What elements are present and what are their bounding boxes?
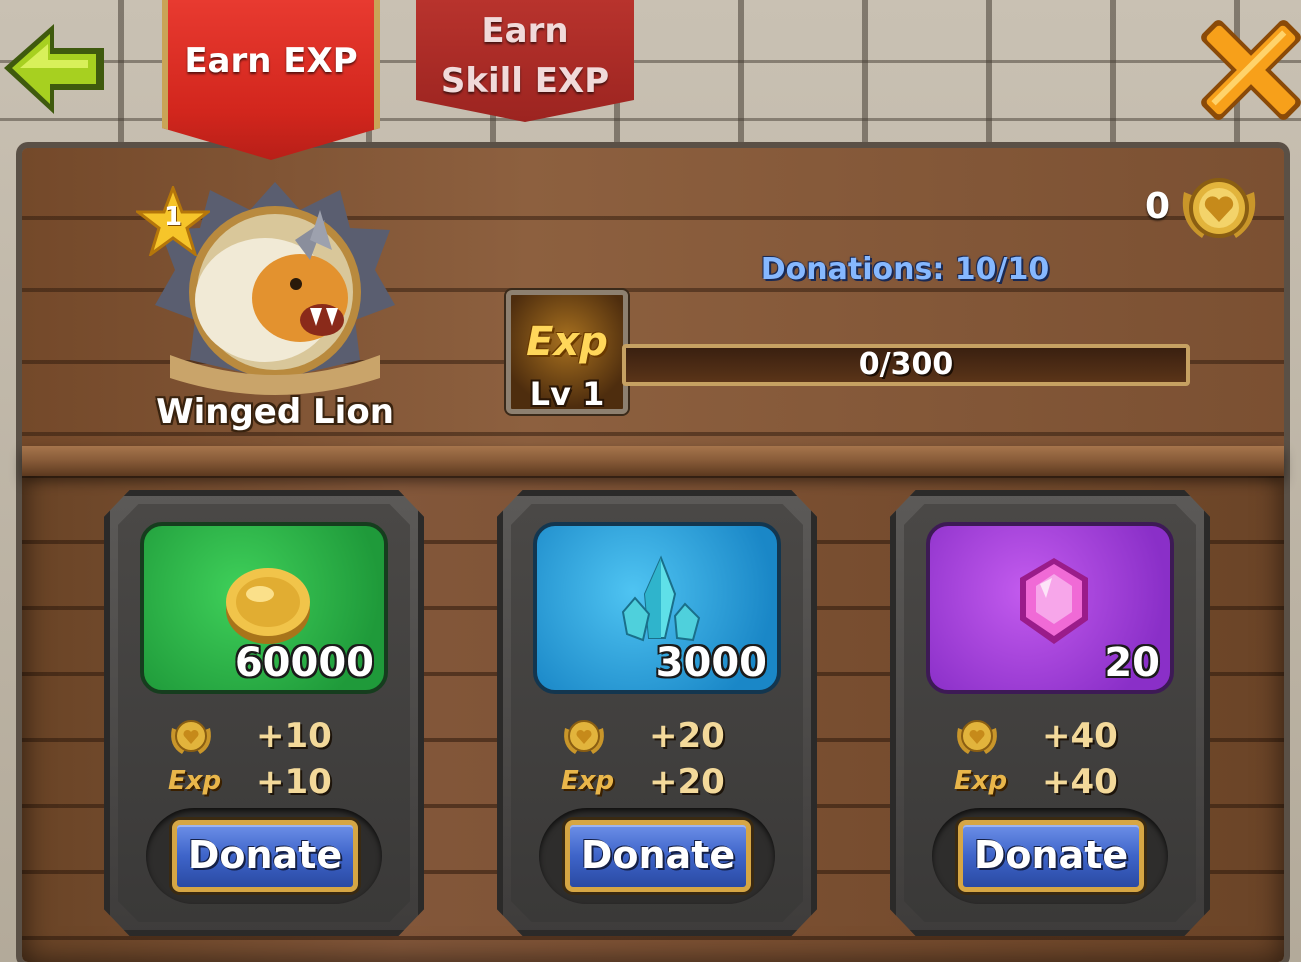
heart-medal-icon bbox=[957, 720, 997, 754]
gem-icon bbox=[1020, 558, 1088, 644]
hero-portrait[interactable]: 1 bbox=[136, 180, 400, 395]
exp-icon: Exp bbox=[526, 319, 608, 365]
donate-gems-button[interactable]: Donate bbox=[958, 820, 1144, 892]
back-button[interactable] bbox=[0, 18, 110, 118]
medal-reward-row: +10 bbox=[168, 716, 368, 756]
donations-counter: Donations: 10/10 bbox=[760, 252, 1050, 287]
gold-coin-icon bbox=[226, 568, 310, 644]
resource-amount: 20 bbox=[1104, 640, 1160, 686]
resource-panel: 20 bbox=[926, 522, 1174, 694]
exp-tag-icon: Exp bbox=[168, 766, 222, 796]
exp-tag-icon: Exp bbox=[561, 766, 615, 796]
resource-panel: 3000 bbox=[533, 522, 781, 694]
resource-amount: 3000 bbox=[655, 640, 767, 686]
back-arrow-icon bbox=[4, 24, 104, 114]
donate-gold-button[interactable]: Donate bbox=[172, 820, 358, 892]
exp-reward-row: Exp +10 bbox=[168, 762, 368, 802]
exp-reward-value: +40 bbox=[1042, 762, 1118, 802]
tab-earn-exp[interactable]: Earn EXP bbox=[162, 0, 380, 160]
medal-reward-value: +40 bbox=[1042, 716, 1118, 756]
heart-medal-icon bbox=[564, 720, 604, 754]
exp-level-box: Exp Lv 1 bbox=[506, 290, 628, 414]
medal-reward-row: +40 bbox=[954, 716, 1154, 756]
hero-name: Winged Lion bbox=[156, 392, 394, 432]
tab-earn-skill-exp[interactable]: Earn Skill EXP bbox=[416, 0, 634, 122]
close-icon bbox=[1201, 20, 1301, 120]
exp-reward-value: +20 bbox=[649, 762, 725, 802]
donation-card-gems: 20 +40 Exp +40 Donate bbox=[890, 490, 1210, 936]
donate-shards-button[interactable]: Donate bbox=[565, 820, 751, 892]
exp-tag-icon: Exp bbox=[954, 766, 1008, 796]
wooden-shelf bbox=[22, 446, 1284, 476]
tab-earn-skill-exp-label: Earn Skill EXP bbox=[440, 11, 610, 101]
resource-amount: 60000 bbox=[234, 640, 374, 686]
heart-medal-icon bbox=[1178, 172, 1260, 246]
medal-reward-value: +20 bbox=[649, 716, 725, 756]
exp-level: Lv 1 bbox=[529, 375, 605, 413]
medal-reward-value: +10 bbox=[256, 716, 332, 756]
close-button[interactable] bbox=[1196, 12, 1301, 127]
exp-reward-row: Exp +40 bbox=[954, 762, 1154, 802]
hero-star-count: 1 bbox=[163, 202, 183, 232]
exp-progress-bar: 0/300 bbox=[622, 344, 1190, 386]
crystal-shard-icon bbox=[621, 555, 701, 642]
donation-card-gold: 60000 +10 Exp +10 Donate bbox=[104, 490, 424, 936]
donation-card-shards: 3000 +20 Exp +20 Donate bbox=[497, 490, 817, 936]
medal-reward-row: +20 bbox=[561, 716, 761, 756]
exp-reward-value: +10 bbox=[256, 762, 332, 802]
tab-earn-exp-label: Earn EXP bbox=[184, 41, 358, 81]
heart-medal-icon bbox=[171, 720, 211, 754]
medal-count: 0 bbox=[1144, 186, 1170, 227]
exp-reward-row: Exp +20 bbox=[561, 762, 761, 802]
resource-panel: 60000 bbox=[140, 522, 388, 694]
exp-progress-text: 0/300 bbox=[858, 347, 954, 382]
